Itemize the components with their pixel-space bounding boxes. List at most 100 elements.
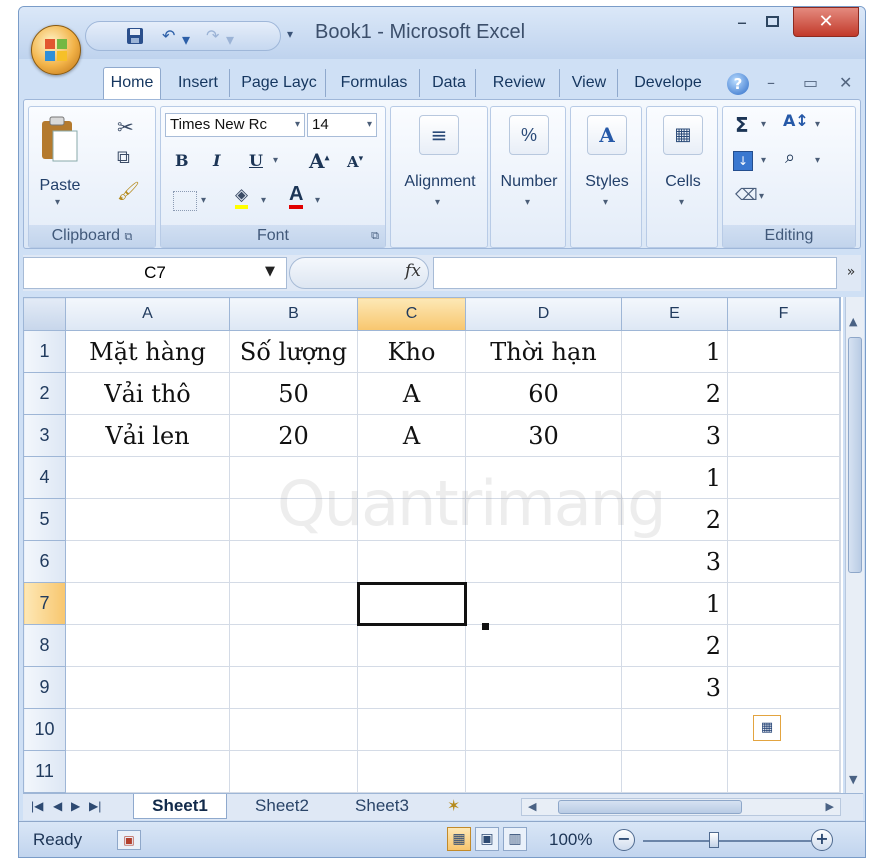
insert-sheet-icon[interactable]: ✶ — [447, 796, 460, 815]
tab-formulas[interactable]: Formulas — [329, 69, 420, 97]
cell-d4[interactable] — [465, 456, 622, 499]
column-header-d[interactable]: D — [465, 297, 622, 331]
italic-button[interactable]: I — [213, 151, 220, 170]
shrink-font-button[interactable]: A▾ — [347, 153, 363, 171]
cell-a5[interactable] — [65, 498, 230, 541]
cell-spare[interactable] — [839, 666, 841, 709]
fill-icon[interactable]: ↓ — [733, 151, 753, 171]
clipboard-launcher-icon[interactable]: ⧉ — [125, 231, 133, 243]
help-icon[interactable]: ? — [727, 73, 749, 95]
cell-b1[interactable]: Số lượng — [229, 330, 358, 373]
cell-spare[interactable] — [839, 372, 841, 415]
row-header-4[interactable]: 4 — [23, 456, 66, 499]
cell-spare[interactable] — [839, 624, 841, 667]
cell-a7[interactable] — [65, 582, 230, 625]
column-header-c[interactable]: C — [357, 297, 466, 331]
cell-a8[interactable] — [65, 624, 230, 667]
cell-e6[interactable]: 3 — [621, 540, 728, 583]
find-select-icon[interactable]: ⌕ — [785, 147, 795, 168]
cell-f7[interactable] — [727, 582, 840, 625]
formula-input[interactable] — [433, 257, 837, 289]
close-button[interactable]: ✕ — [793, 7, 859, 37]
cell-f5[interactable] — [727, 498, 840, 541]
cell-a6[interactable] — [65, 540, 230, 583]
ribbon-close-icon[interactable]: ✕ — [839, 73, 852, 92]
cell-d8[interactable] — [465, 624, 622, 667]
cell-f6[interactable] — [727, 540, 840, 583]
cell-c8[interactable] — [357, 624, 466, 667]
cell-c7[interactable] — [356, 581, 467, 626]
sort-filter-icon[interactable]: A↕ — [783, 111, 809, 130]
cell-f8[interactable] — [727, 624, 840, 667]
cell-spare[interactable] — [839, 540, 841, 583]
borders-dropdown-icon[interactable]: ▾ — [201, 195, 206, 206]
font-launcher-icon[interactable]: ⧉ — [371, 225, 379, 247]
fill-color-icon[interactable]: ◈ — [235, 185, 249, 209]
cell-spare[interactable] — [839, 498, 841, 541]
cell-e4[interactable]: 1 — [621, 456, 728, 499]
autofill-options-icon[interactable]: ▦ — [753, 715, 781, 741]
horizontal-scroll-thumb[interactable] — [558, 800, 742, 814]
cell-a1[interactable]: Mặt hàng — [65, 330, 230, 373]
cell-b10[interactable] — [229, 708, 358, 751]
redo-dropdown-icon[interactable]: ▾ — [226, 31, 234, 49]
cell-d3[interactable]: 30 — [465, 414, 622, 457]
save-icon[interactable] — [126, 27, 144, 49]
cell-a10[interactable] — [65, 708, 230, 751]
row-header-7[interactable]: 7 — [23, 582, 66, 625]
cell-c5[interactable] — [357, 498, 466, 541]
cell-f3[interactable] — [727, 414, 840, 457]
clear-icon[interactable]: ⌫ — [735, 185, 758, 204]
ribbon-minimize-icon[interactable]: – — [767, 73, 775, 92]
worksheet-grid[interactable]: A B C D E F 1 Mặt hàng Số lượng Kho Thời hạn 1 2 Vải … — [23, 297, 843, 793]
row-header-8[interactable]: 8 — [23, 624, 66, 667]
cell-b8[interactable] — [229, 624, 358, 667]
zoom-slider-track[interactable] — [643, 840, 811, 842]
minimize-button[interactable]: – — [729, 7, 755, 37]
tab-insert[interactable]: Insert — [167, 69, 230, 97]
font-size-box[interactable]: 14 ▾ — [307, 113, 377, 137]
cell-spare[interactable] — [839, 582, 841, 625]
office-button[interactable] — [31, 25, 81, 75]
cell-c2[interactable]: A — [357, 372, 466, 415]
vertical-scrollbar[interactable]: ▲ ▼ — [845, 297, 864, 793]
tab-home[interactable]: Home — [103, 67, 161, 100]
ribbon-restore-icon[interactable]: ▭ — [803, 73, 818, 92]
cell-d11[interactable] — [465, 750, 622, 793]
copy-icon[interactable]: ⧉ — [117, 147, 130, 168]
cell-c10[interactable] — [357, 708, 466, 751]
cell-e8[interactable]: 2 — [621, 624, 728, 667]
row-header-2[interactable]: 2 — [23, 372, 66, 415]
first-sheet-icon[interactable]: |◀ — [31, 799, 43, 813]
cell-spare[interactable] — [839, 456, 841, 499]
cell-e10[interactable] — [621, 708, 728, 751]
cell-e11[interactable] — [621, 750, 728, 793]
insert-function-icon[interactable]: fx — [405, 261, 421, 281]
font-color-dropdown-icon[interactable]: ▾ — [315, 195, 320, 206]
fill-dropdown-icon[interactable]: ▾ — [761, 155, 766, 166]
cell-e7[interactable]: 1 — [621, 582, 728, 625]
cell-e5[interactable]: 2 — [621, 498, 728, 541]
styles-group[interactable]: A Styles ▾ — [570, 106, 642, 248]
name-box[interactable]: C7 — [23, 257, 287, 289]
underline-button[interactable]: U — [249, 151, 263, 170]
cell-d10[interactable] — [465, 708, 622, 751]
row-header-6[interactable]: 6 — [23, 540, 66, 583]
tab-data[interactable]: Data — [423, 69, 476, 97]
cell-f10[interactable] — [727, 708, 840, 751]
cell-e1[interactable]: 1 — [621, 330, 728, 373]
cell-a11[interactable] — [65, 750, 230, 793]
cell-e2[interactable]: 2 — [621, 372, 728, 415]
row-header-10[interactable]: 10 — [23, 708, 66, 751]
row-header-1[interactable]: 1 — [23, 330, 66, 373]
cell-a9[interactable] — [65, 666, 230, 709]
autosum-button[interactable]: Σ — [735, 113, 749, 137]
column-header-e[interactable]: E — [621, 297, 728, 331]
cell-spare[interactable] — [839, 750, 841, 793]
cell-f11[interactable] — [727, 750, 840, 793]
grow-font-button[interactable]: A▴ — [309, 149, 330, 173]
page-break-view-button[interactable]: ▥ — [503, 827, 527, 851]
zoom-out-icon[interactable]: − — [613, 829, 635, 851]
cell-c6[interactable] — [357, 540, 466, 583]
row-header-9[interactable]: 9 — [23, 666, 66, 709]
